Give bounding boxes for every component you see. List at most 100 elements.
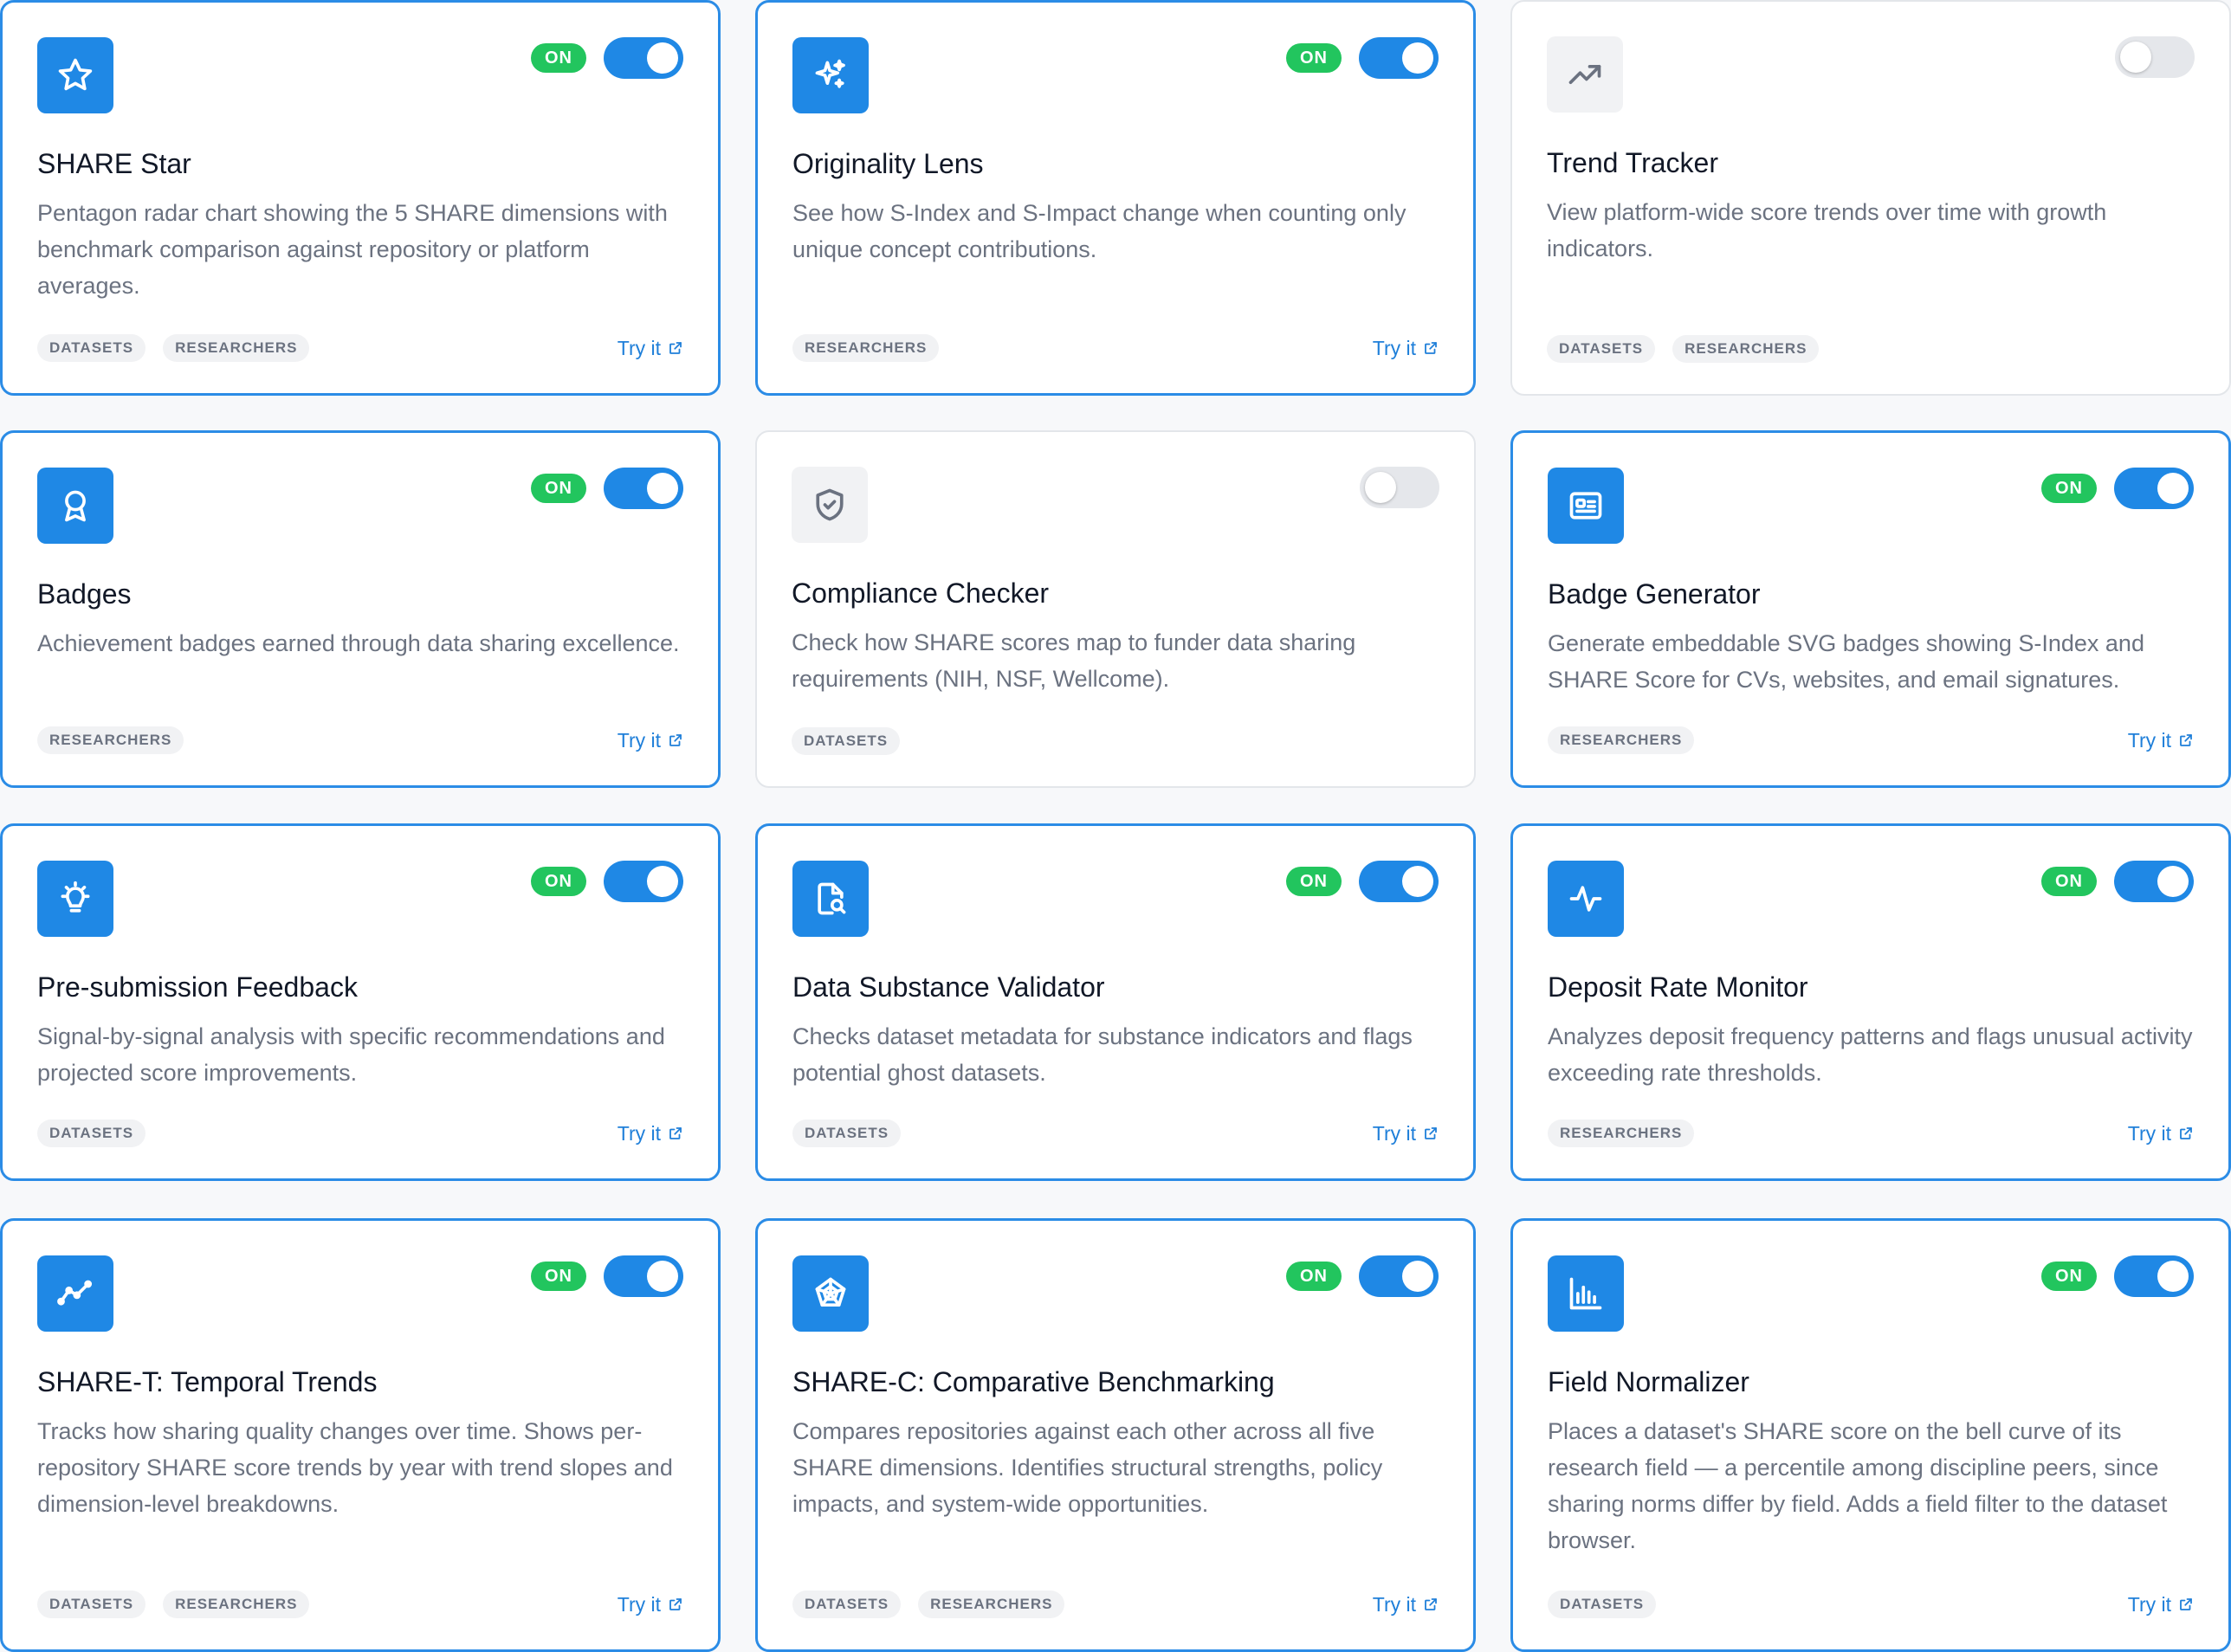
tag-list: DATASETS RESEARCHERS	[37, 334, 310, 362]
card-description: See how S-Index and S-Impact change when…	[792, 200, 1406, 262]
tag-datasets: DATASETS	[37, 1591, 146, 1618]
toggle-area: ON	[531, 861, 683, 902]
feature-toggle[interactable]	[1360, 467, 1439, 508]
tag-list: RESEARCHERS	[792, 334, 940, 362]
radar-icon	[792, 1255, 869, 1332]
card-title: SHARE-C: Comparative Benchmarking	[792, 1366, 1275, 1397]
card-title: Badge Generator	[1548, 578, 1761, 610]
feature-toggle[interactable]	[2115, 36, 2195, 78]
tag-list: RESEARCHERS	[1548, 726, 1695, 754]
shield-check-icon	[792, 467, 868, 543]
tag-datasets: DATASETS	[792, 727, 901, 755]
tag-datasets: DATASETS	[1548, 1591, 1657, 1618]
toggle-knob	[647, 866, 678, 897]
on-badge: ON	[531, 867, 586, 896]
tag-researchers: RESEARCHERS	[1548, 726, 1695, 754]
tag-list: DATASETS	[792, 727, 901, 755]
toggle-knob	[647, 473, 678, 504]
external-link-icon	[1425, 1598, 1437, 1610]
sparkles-icon	[792, 37, 869, 113]
feature-card-deposit-rate-monitor: ON Deposit Rate Monitor Analyzes deposit f…	[1510, 823, 2231, 1181]
feature-toggle[interactable]	[604, 1255, 683, 1297]
card-description: Signal-by-signal analysis with specific …	[37, 1023, 665, 1086]
try-it-label: Try it	[1372, 1592, 1416, 1616]
try-it-link[interactable]: Try it	[618, 1593, 683, 1617]
try-it-link[interactable]: Try it	[618, 1122, 683, 1145]
tag-researchers: RESEARCHERS	[1672, 335, 1820, 363]
tag-datasets: DATASETS	[37, 1120, 146, 1147]
toggle-area: ON	[531, 468, 683, 509]
tag-researchers: RESEARCHERS	[37, 726, 184, 754]
features-grid: ON SHARE Star Pentagon radar chart showing…	[0, 0, 2231, 1652]
card-title: Trend Tracker	[1547, 147, 1718, 178]
feature-card-data-substance-validator: ON Data Substance Validator Checks dataset…	[755, 823, 1476, 1181]
card-description: Achievement badges earned through data s…	[37, 630, 680, 656]
toggle-knob	[647, 1261, 678, 1292]
toggle-area: ON	[2041, 861, 2194, 902]
tag-datasets: DATASETS	[792, 1591, 902, 1618]
card-footer: DATASETS RESEARCHERS Try it	[37, 334, 683, 362]
card-footer: DATASETS Try it	[792, 1120, 1439, 1147]
try-it-label: Try it	[617, 1592, 661, 1616]
tag-researchers: RESEARCHERS	[792, 334, 940, 362]
try-it-link[interactable]: Try it	[1373, 337, 1439, 360]
trending-up-icon	[1547, 36, 1623, 113]
card-footer: RESEARCHERS Try it	[1548, 1120, 2194, 1147]
tag-list: RESEARCHERS	[1548, 1120, 1695, 1147]
try-it-link[interactable]: Try it	[618, 337, 683, 360]
feature-toggle[interactable]	[604, 861, 683, 902]
card-footer: RESEARCHERS Try it	[37, 726, 683, 754]
feature-toggle[interactable]	[604, 468, 683, 509]
feature-card-share-t-temporal-trends: ON SHARE-T: Temporal Trends Tracks how sha…	[0, 1218, 721, 1652]
try-it-link[interactable]: Try it	[618, 729, 683, 752]
try-it-label: Try it	[617, 728, 661, 752]
card-footer: DATASETS	[792, 727, 1439, 755]
tag-list: DATASETS	[792, 1120, 902, 1147]
tag-datasets: DATASETS	[37, 334, 146, 362]
tag-researchers: RESEARCHERS	[1548, 1120, 1695, 1147]
toggle-knob	[1402, 42, 1433, 74]
on-badge: ON	[1286, 43, 1342, 73]
on-badge: ON	[2041, 867, 2097, 896]
card-description: Tracks how sharing quality changes over …	[37, 1418, 673, 1517]
toggle-knob	[1402, 1261, 1433, 1292]
try-it-link[interactable]: Try it	[1373, 1593, 1439, 1617]
feature-card-pre-submission-feedback: ON Pre-submission Feedback Signal-by-signa…	[0, 823, 721, 1181]
feature-toggle[interactable]	[604, 37, 683, 79]
activity-icon	[1548, 861, 1624, 937]
card-description: Check how SHARE scores map to funder dat…	[792, 629, 1356, 692]
feature-card-field-normalizer: ON Field Normalizer Places a dataset's SHA…	[1510, 1218, 2231, 1652]
toggle-area: ON	[531, 37, 683, 79]
external-link-icon	[1425, 342, 1437, 354]
feature-toggle[interactable]	[1359, 861, 1439, 902]
try-it-link[interactable]: Try it	[2128, 729, 2194, 752]
toggle-area	[2115, 36, 2195, 78]
try-it-link[interactable]: Try it	[2128, 1122, 2194, 1145]
award-icon	[37, 468, 113, 544]
toggle-area: ON	[531, 1255, 683, 1297]
card-title: Deposit Rate Monitor	[1548, 971, 1808, 1003]
feature-toggle[interactable]	[2114, 1255, 2194, 1297]
on-badge: ON	[2041, 474, 2097, 503]
on-badge: ON	[531, 474, 586, 503]
feature-toggle[interactable]	[1359, 37, 1439, 79]
try-it-label: Try it	[1372, 1121, 1416, 1145]
toggle-knob	[2157, 1261, 2189, 1292]
card-title: SHARE Star	[37, 148, 191, 179]
feature-toggle[interactable]	[2114, 861, 2194, 902]
card-footer: RESEARCHERS Try it	[792, 334, 1439, 362]
external-link-icon	[669, 342, 682, 354]
on-badge: ON	[1286, 1262, 1342, 1291]
card-description: Compares repositories against each other…	[792, 1418, 1383, 1517]
on-badge: ON	[531, 43, 586, 73]
tag-list: DATASETS RESEARCHERS	[1547, 335, 1820, 363]
feature-card-compliance-checker: Compliance Checker Check how SHARE scores…	[755, 430, 1476, 788]
try-it-link[interactable]: Try it	[2128, 1593, 2194, 1617]
card-title: SHARE-T: Temporal Trends	[37, 1366, 378, 1397]
try-it-link[interactable]: Try it	[1373, 1122, 1439, 1145]
card-description: Checks dataset metadata for substance in…	[792, 1023, 1413, 1086]
tag-researchers: RESEARCHERS	[163, 334, 310, 362]
feature-toggle[interactable]	[1359, 1255, 1439, 1297]
feature-toggle[interactable]	[2114, 468, 2194, 509]
card-footer: DATASETS RESEARCHERS	[1547, 335, 2195, 363]
